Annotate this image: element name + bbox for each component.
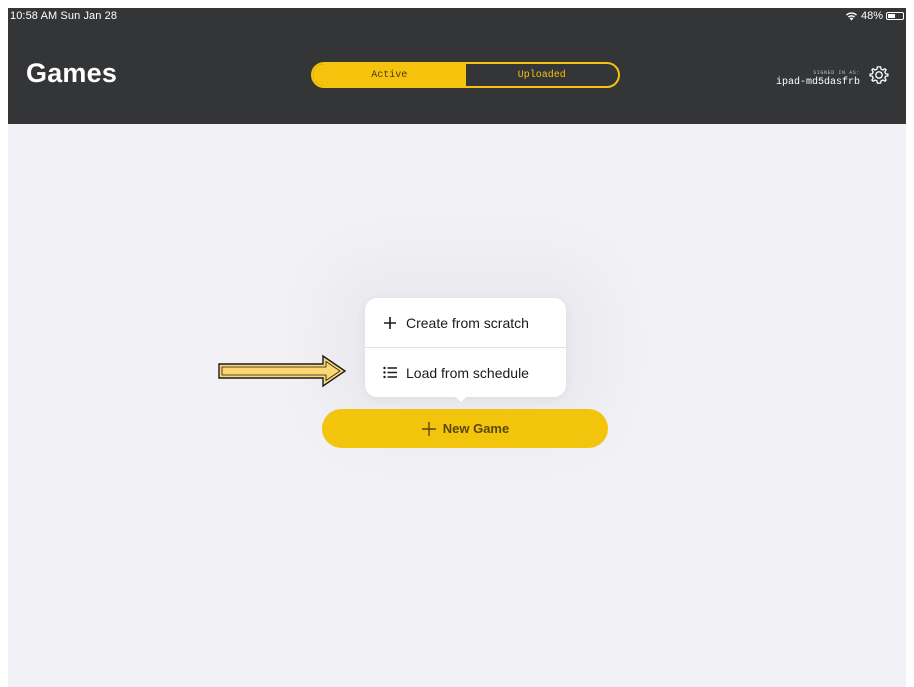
segmented-control: Active Uploaded xyxy=(311,62,620,88)
menu-item-label: Create from scratch xyxy=(406,314,529,331)
segment-active[interactable]: Active xyxy=(313,64,466,86)
wifi-icon xyxy=(845,11,858,21)
segment-uploaded[interactable]: Uploaded xyxy=(466,64,619,86)
annotation-arrow-icon xyxy=(217,354,349,388)
plus-icon xyxy=(421,421,437,437)
app-window: 10:58 AM Sun Jan 28 48% Games Active Upl… xyxy=(8,8,906,687)
status-time: 10:58 AM Sun Jan 28 xyxy=(10,10,118,22)
gear-icon[interactable] xyxy=(868,64,890,86)
battery-fill xyxy=(888,14,895,18)
new-game-button[interactable]: New Game xyxy=(322,409,608,448)
battery-icon xyxy=(886,12,904,20)
menu-item-create-from-scratch[interactable]: Create from scratch xyxy=(365,298,566,347)
list-icon xyxy=(382,365,398,381)
menu-item-load-from-schedule[interactable]: Load from schedule xyxy=(365,348,566,397)
new-game-label: New Game xyxy=(442,421,510,436)
status-right: 48% xyxy=(845,10,904,22)
signed-in-user: ipad-md5dasfrb xyxy=(775,77,860,88)
header-bar: 10:58 AM Sun Jan 28 48% Games Active Upl… xyxy=(8,8,906,124)
new-game-popover: Create from scratch Load from schedule xyxy=(365,298,566,397)
plus-icon xyxy=(382,315,398,331)
signed-in-label: SIGNED IN AS: xyxy=(813,70,860,76)
signed-in-info: SIGNED IN AS: ipad-md5dasfrb xyxy=(776,70,860,88)
battery-percent: 48% xyxy=(860,10,883,22)
page-title: Games xyxy=(26,58,118,88)
menu-item-label: Load from schedule xyxy=(406,364,529,381)
popover-arrow xyxy=(451,393,471,402)
